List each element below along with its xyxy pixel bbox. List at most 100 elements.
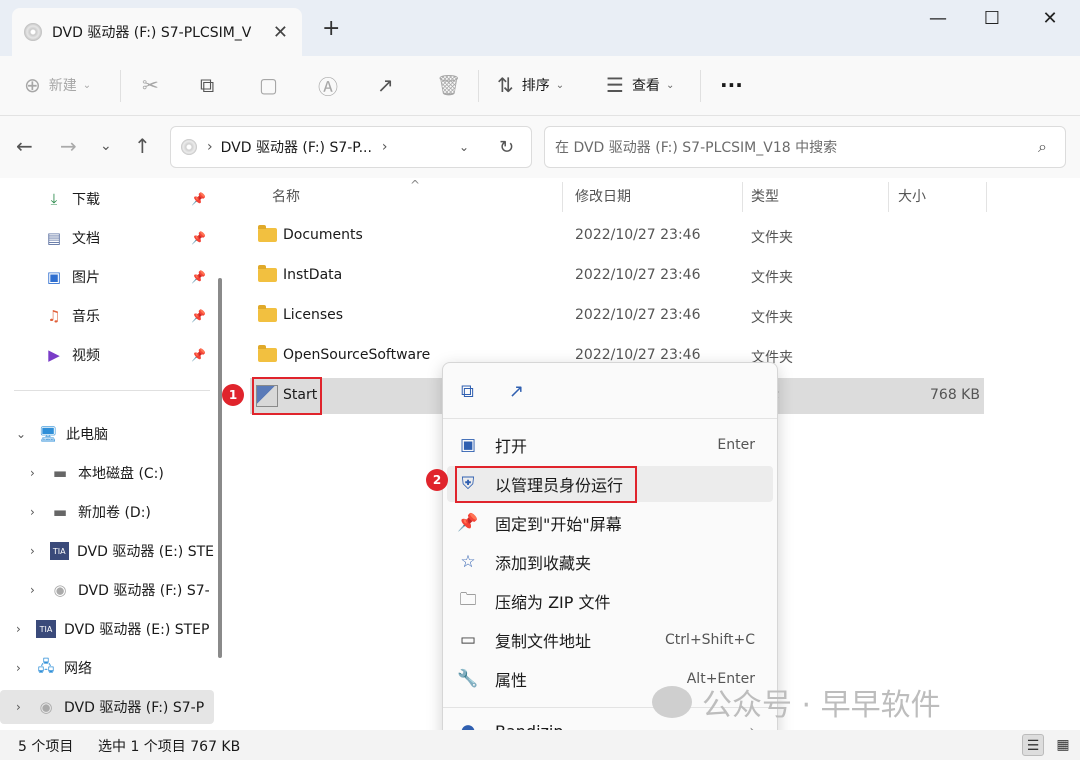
menu-item-label: 固定到"开始"屏幕 [495,515,622,534]
share-button[interactable]: ↗ [377,68,394,102]
maximize-button[interactable]: ☐ [969,8,1015,32]
column-header-date[interactable]: 修改日期 [575,186,631,206]
sidebar-item-drive-c[interactable]: › ▬ 本地磁盘 (C:) [0,456,214,490]
menu-item-pin-to-start[interactable]: 📌 固定到"开始"屏幕 [447,505,773,541]
sort-button[interactable]: ⇅ 排序 ⌄ [497,68,564,102]
refresh-icon[interactable]: ↻ [499,137,514,158]
menu-item-add-to-favorites[interactable]: ☆ 添加到收藏夹 [447,544,773,580]
details-view-icon[interactable]: ☰ [1022,734,1044,756]
column-divider[interactable] [742,182,743,212]
sidebar-item-label: 文档 [72,231,100,247]
item-count: 5 个项目 [18,739,74,755]
share-icon[interactable]: ↗ [509,381,524,402]
new-button[interactable]: ⊕ 新建 ⌄ [24,68,91,102]
scissors-icon: ✂ [142,73,159,97]
status-bar: 5 个项目 选中 1 个项目 767 KB ☰ ▦ [0,730,1080,760]
step-badge-1: 1 [222,384,244,406]
folder-icon [258,225,277,242]
more-button[interactable]: ··· [720,68,743,102]
chevron-down-icon: ⌄ [665,79,675,91]
file-name: Licenses [283,307,344,323]
breadcrumb[interactable]: DVD 驱动器 (F:) S7-P... [221,137,372,157]
column-divider[interactable] [562,182,563,212]
recent-locations-chevron-icon[interactable]: ⌄ [100,138,112,154]
menu-item-copy-path[interactable]: ▭ 复制文件地址 Ctrl+Shift+C [447,622,773,658]
column-header-type[interactable]: 类型 [751,186,779,206]
tab-close-button[interactable]: ✕ [273,22,288,43]
pin-icon[interactable]: 📌 [191,348,206,362]
forward-arrow-icon[interactable]: → [60,134,77,158]
sidebar-item-videos[interactable]: ▶ 视频 📌 [0,338,214,372]
copy-icon[interactable]: ⧉ [461,381,474,402]
back-arrow-icon[interactable]: ← [16,134,33,158]
sidebar-item-drive-d[interactable]: › ▬ 新加卷 (D:) [0,495,214,529]
rename-button[interactable]: Ⓐ [318,68,338,102]
file-name: InstData [283,267,343,283]
pin-icon[interactable]: 📌 [191,270,206,284]
table-row[interactable]: Licenses 2022/10/27 23:46 文件夹 [250,298,984,334]
sort-icon: ⇅ [497,73,514,97]
chevron-down-icon[interactable]: ⌄ [16,427,30,441]
sidebar-item-downloads[interactable]: ⤓ 下载 📌 [0,182,214,216]
chevron-right-icon[interactable]: › [16,700,30,714]
chevron-right-icon[interactable]: › [30,466,44,480]
tiles-view-icon[interactable]: ▦ [1052,734,1074,756]
table-row[interactable]: Documents 2022/10/27 23:46 文件夹 [250,218,984,254]
menu-item-label: 添加到收藏夹 [495,554,592,573]
pin-icon[interactable]: 📌 [191,192,206,206]
disc-icon [24,23,42,41]
divider [14,390,210,391]
menu-item-compress-zip[interactable]: 🗀 压缩为 ZIP 文件 [447,583,773,619]
search-placeholder: 在 DVD 驱动器 (F:) S7-PLCSIM_V18 中搜索 [555,140,838,156]
pictures-icon: ▣ [46,268,62,286]
sidebar-scrollbar[interactable] [218,278,222,658]
sidebar-item-dvd-f-root[interactable]: › ◉ DVD 驱动器 (F:) S7-P [0,690,214,724]
sidebar-item-label: DVD 驱动器 (F:) S7-P [64,700,205,716]
chevron-right-icon[interactable]: › [16,661,30,675]
chevron-right-icon[interactable]: › [30,505,44,519]
minimize-button[interactable]: — [915,8,961,32]
watermark: 公众号 · 早早软件 [652,680,941,724]
chevron-right-icon[interactable]: › [16,622,30,636]
column-divider[interactable] [888,182,889,212]
sidebar-item-label: DVD 驱动器 (E:) STE [76,544,214,560]
sidebar-item-dvd-e[interactable]: › TIA DVD 驱动器 (E:) STE [0,534,214,568]
divider [120,70,121,102]
sidebar-item-network[interactable]: › 🖧 网络 [0,651,214,685]
address-dropdown-icon[interactable]: ⌄ [459,140,469,154]
disc-icon [181,139,197,155]
sidebar-item-music[interactable]: ♫ 音乐 📌 [0,299,214,333]
active-tab[interactable]: DVD 驱动器 (F:) S7-PLCSIM_V ✕ [12,8,302,56]
copy-button[interactable]: ⧉ [200,68,214,102]
chevron-right-icon[interactable]: › [30,544,44,558]
menu-item-shortcut: Enter [717,437,755,453]
command-bar: ⊕ 新建 ⌄ ✂ ⧉ ▢ Ⓐ ↗ 🗑 ⇅ 排序 ⌄ ☰ 查看 ⌄ ··· [0,56,1080,116]
chevron-right-icon[interactable]: › [30,583,44,597]
table-row[interactable]: InstData 2022/10/27 23:46 文件夹 [250,258,984,294]
paste-button[interactable]: ▢ [259,68,278,102]
address-bar[interactable]: › DVD 驱动器 (F:) S7-P... › ⌄ ↻ [170,126,532,168]
sidebar-item-dvd-e-root[interactable]: › TIA DVD 驱动器 (E:) STEP [0,612,214,646]
sidebar-item-pictures[interactable]: ▣ 图片 📌 [0,260,214,294]
pin-icon: 📌 [457,513,479,533]
cut-button[interactable]: ✂ [142,68,159,102]
column-header-size[interactable]: 大小 [898,186,926,206]
sidebar-item-label: 新加卷 (D:) [78,505,151,521]
pin-icon[interactable]: 📌 [191,309,206,323]
pin-icon[interactable]: 📌 [191,231,206,245]
column-header-name[interactable]: 名称 [272,186,300,206]
delete-button[interactable]: 🗑 [436,68,461,102]
trash-icon: 🗑 [436,73,462,97]
search-input[interactable]: 在 DVD 驱动器 (F:) S7-PLCSIM_V18 中搜索 ⌕ [544,126,1066,168]
new-tab-button[interactable]: + [322,16,340,41]
view-button[interactable]: ☰ 查看 ⌄ [606,68,674,102]
sidebar-item-this-pc[interactable]: ⌄ 🖥 此电脑 [0,417,214,451]
close-button[interactable]: ✕ [1027,8,1073,32]
menu-item-open[interactable]: ▣ 打开 Enter [447,427,773,463]
column-divider[interactable] [986,182,987,212]
sidebar-item-label: DVD 驱动器 (F:) S7- [78,583,210,599]
search-icon[interactable]: ⌕ [1038,137,1047,157]
sidebar-item-documents[interactable]: ▤ 文档 📌 [0,221,214,255]
up-arrow-icon[interactable]: ↑ [134,134,151,158]
sidebar-item-dvd-f[interactable]: › ◉ DVD 驱动器 (F:) S7- [0,573,214,607]
